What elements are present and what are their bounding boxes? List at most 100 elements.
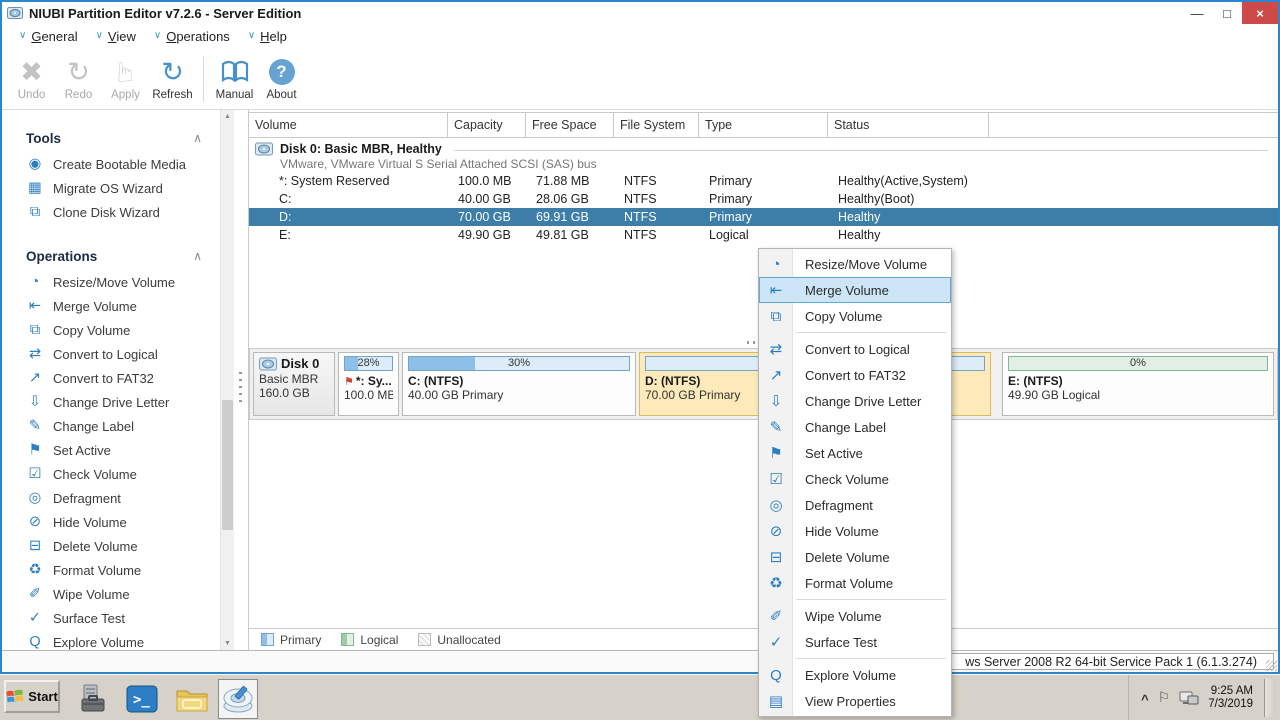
sidebar-item[interactable]: ☑ Check Volume <box>2 462 220 486</box>
redo-icon: ↻ <box>67 56 90 88</box>
context-menu-item[interactable]: ⊟ Delete Volume <box>759 544 951 570</box>
close-button[interactable]: × <box>1242 2 1278 24</box>
column-status[interactable]: Status <box>828 113 989 137</box>
menu-view[interactable]: ∨ View <box>87 29 145 44</box>
column-volume[interactable]: Volume <box>249 113 448 137</box>
collapse-chevron-icon[interactable]: ∧ <box>193 249 202 263</box>
disk-size: 160.0 GB <box>259 386 329 400</box>
about-button[interactable]: ? About <box>258 51 305 107</box>
column-type[interactable]: Type <box>699 113 828 137</box>
menu-item-icon: ↗ <box>759 366 793 384</box>
maximize-button[interactable]: □ <box>1212 2 1242 24</box>
column-file-system[interactable]: File System <box>614 113 699 137</box>
clock[interactable]: 9:25 AM 7/3/2019 <box>1208 685 1253 711</box>
column-capacity[interactable]: Capacity <box>448 113 526 137</box>
context-menu-item[interactable]: ✓ Surface Test <box>759 629 951 655</box>
menu-item-label: Resize/Move Volume <box>793 257 927 272</box>
undo-button[interactable]: ✖ Undo <box>8 51 55 107</box>
sidebar-item[interactable]: ◉ Create Bootable Media <box>2 152 220 176</box>
resize-grip[interactable] <box>1266 660 1277 671</box>
legend-primary: Primary <box>261 633 321 647</box>
menu-item-icon: ⊘ <box>759 522 793 540</box>
menu-item-icon: ⚑ <box>759 444 793 462</box>
network-icon[interactable] <box>1179 690 1199 706</box>
start-button[interactable]: Start <box>4 680 60 713</box>
sidebar-item[interactable]: ⇄ Convert to Logical <box>2 342 220 366</box>
context-menu-item[interactable]: ⇤ Merge Volume <box>759 277 951 303</box>
sidebar-item[interactable]: ◔ Resize/Move Volume <box>2 270 220 294</box>
powershell-icon[interactable]: >_ <box>122 679 162 719</box>
refresh-button[interactable]: ↻ Refresh <box>149 51 196 107</box>
context-menu-item[interactable]: ⊘ Hide Volume <box>759 518 951 544</box>
context-menu-item[interactable]: ⇩ Change Drive Letter <box>759 388 951 414</box>
sidebar-item[interactable]: ⊟ Delete Volume <box>2 534 220 558</box>
show-desktop-button[interactable] <box>1264 679 1276 717</box>
sidebar-item[interactable]: ⊘ Hide Volume <box>2 510 220 534</box>
sidebar-item[interactable]: ↗ Convert to FAT32 <box>2 366 220 390</box>
sidebar-item[interactable]: ✓ Surface Test <box>2 606 220 630</box>
sidebar-item[interactable]: ✐ Wipe Volume <box>2 582 220 606</box>
partition-c[interactable]: 30% C: (NTFS) 40.00 GB Primary <box>402 352 636 416</box>
partition-e[interactable]: 0% E: (NTFS) 49.90 GB Logical <box>1002 352 1274 416</box>
sidebar-item-label: Surface Test <box>53 611 125 626</box>
sidebar-item-label: Resize/Move Volume <box>53 275 175 290</box>
minimize-button[interactable]: — <box>1182 2 1212 24</box>
manual-button[interactable]: Manual <box>211 51 258 107</box>
sidebar-scrollbar[interactable]: ▲ ▼ <box>220 110 234 650</box>
context-menu-item[interactable]: ↗ Convert to FAT32 <box>759 362 951 388</box>
column-free-space[interactable]: Free Space <box>526 113 614 137</box>
scrollbar-thumb[interactable] <box>222 400 233 530</box>
table-row[interactable]: E: 49.90 GB 49.81 GB NTFS Logical Health… <box>249 226 1278 244</box>
file-explorer-icon[interactable] <box>172 679 212 719</box>
context-menu-item[interactable]: ⚑ Set Active <box>759 440 951 466</box>
vertical-splitter-handle[interactable] <box>239 372 242 402</box>
hidden-icons-chevron[interactable]: ^ <box>1141 692 1149 707</box>
context-menu-item[interactable]: ♻ Format Volume <box>759 570 951 596</box>
scroll-down-icon[interactable]: ▼ <box>221 640 234 647</box>
menu-general[interactable]: ∨ General <box>10 29 87 44</box>
disk-group-row[interactable]: Disk 0: Basic MBR, Healthy VMware, VMwar… <box>249 138 1278 172</box>
action-center-flag-icon[interactable]: ⚐ <box>1158 689 1171 706</box>
context-menu-item[interactable]: Q Explore Volume <box>759 662 951 688</box>
sidebar-item[interactable]: ✎ Change Label <box>2 414 220 438</box>
sidebar-item[interactable]: ⧉ Clone Disk Wizard <box>2 200 220 224</box>
sidebar-item[interactable]: Q Explore Volume <box>2 630 220 650</box>
context-menu-item[interactable]: ⧉ Copy Volume <box>759 303 951 329</box>
menu-help[interactable]: ∨ Help <box>239 29 296 44</box>
sidebar-item[interactable]: ⧉ Copy Volume <box>2 318 220 342</box>
sidebar-item-label: Wipe Volume <box>53 587 130 602</box>
sidebar-item[interactable]: ⚑ Set Active <box>2 438 220 462</box>
menu-item-label: Set Active <box>793 446 863 461</box>
sidebar-item[interactable]: ♻ Format Volume <box>2 558 220 582</box>
sidebar-item-label: Convert to FAT32 <box>53 371 154 386</box>
menu-item-icon: ⧉ <box>759 308 793 325</box>
menu-operations[interactable]: ∨ Operations <box>145 29 239 44</box>
scroll-up-icon[interactable]: ▲ <box>221 113 234 120</box>
server-manager-icon[interactable] <box>72 679 112 719</box>
sidebar-item[interactable]: ⇩ Change Drive Letter <box>2 390 220 414</box>
sidebar-section-tools[interactable]: Tools ∧ <box>2 124 220 152</box>
context-menu-item[interactable]: ◎ Defragment <box>759 492 951 518</box>
unallocated-swatch-icon <box>418 633 431 646</box>
redo-button[interactable]: ↻ Redo <box>55 51 102 107</box>
table-row[interactable]: C: 40.00 GB 28.06 GB NTFS Primary Health… <box>249 190 1278 208</box>
table-row-selected[interactable]: D: 70.00 GB 69.91 GB NTFS Primary Health… <box>249 208 1278 226</box>
context-menu-item[interactable]: ▤ View Properties <box>759 688 951 714</box>
sidebar-item-icon: ⊟ <box>26 538 44 554</box>
sidebar-section-operations[interactable]: Operations ∧ <box>2 242 220 270</box>
context-menu-item[interactable]: ✐ Wipe Volume <box>759 603 951 629</box>
context-menu-item[interactable]: ☑ Check Volume <box>759 466 951 492</box>
collapse-chevron-icon[interactable]: ∧ <box>193 131 202 145</box>
context-menu-item[interactable]: ⇄ Convert to Logical <box>759 336 951 362</box>
apply-button[interactable]: ☞ Apply <box>102 51 149 107</box>
sidebar-item[interactable]: ▦ Migrate OS Wizard <box>2 176 220 200</box>
context-menu-item[interactable]: ✎ Change Label <box>759 414 951 440</box>
niubi-taskbar-icon[interactable] <box>218 679 258 719</box>
sidebar-item[interactable]: ⇤ Merge Volume <box>2 294 220 318</box>
operations-list: ◔ Resize/Move Volume ⇤ Merge Volume ⧉ Co… <box>2 270 220 650</box>
sidebar-item[interactable]: ◎ Defragment <box>2 486 220 510</box>
table-row[interactable]: *: System Reserved 100.0 MB 71.88 MB NTF… <box>249 172 1278 190</box>
disk-info-box[interactable]: Disk 0 Basic MBR 160.0 GB <box>253 352 335 416</box>
context-menu-item[interactable]: ◔ Resize/Move Volume <box>759 251 951 277</box>
partition-system-reserved[interactable]: 28% ⚑*: Sy... 100.0 MB <box>338 352 399 416</box>
